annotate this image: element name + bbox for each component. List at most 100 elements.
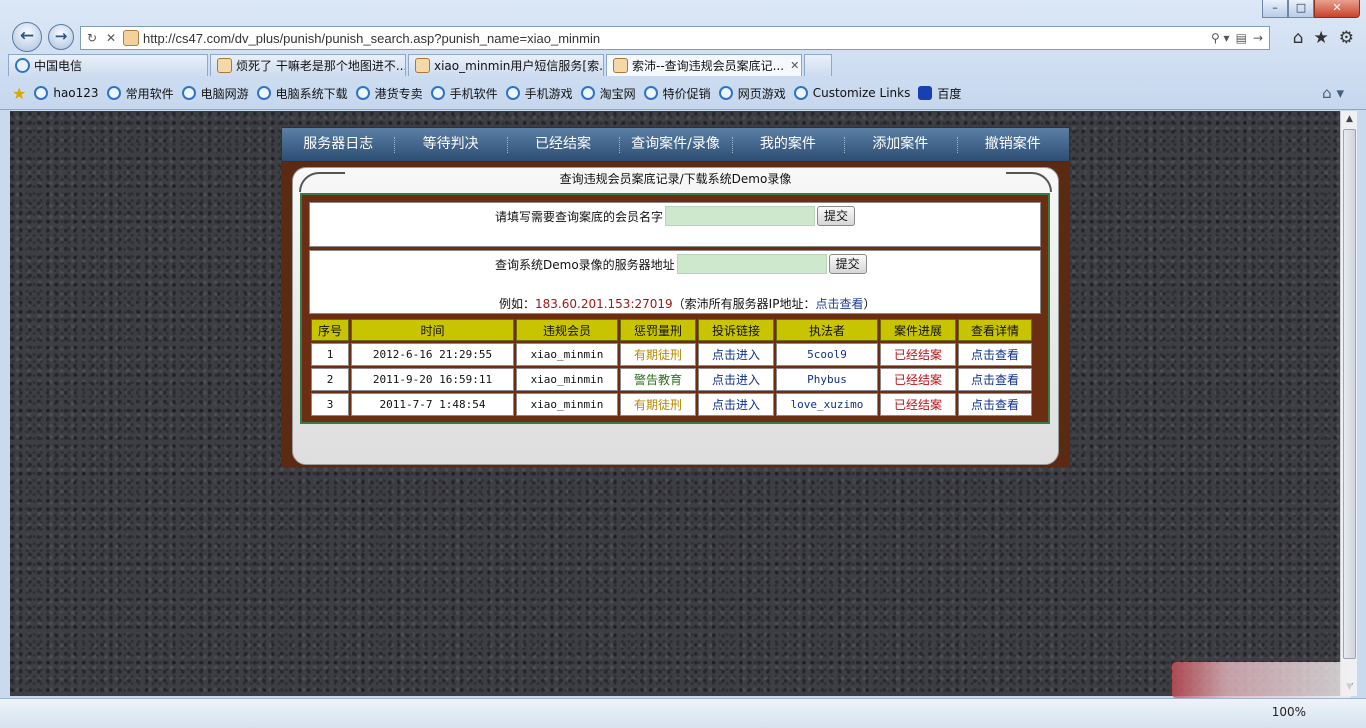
tab-1[interactable]: 中国电信 [8,54,208,76]
gear-icon[interactable]: ⚙ [1339,28,1354,48]
maximize-button[interactable]: □ [1288,0,1314,18]
table-row: 1 2012-6-16 21:29:55 xiao_minmin 有期徒刑 点击… [311,343,1032,366]
row-details-link[interactable]: 点击查看 [958,393,1032,416]
close-tab-icon[interactable]: ✕ [790,59,799,72]
member-name-input[interactable] [665,206,816,226]
refresh-icon[interactable]: ↻ [84,31,100,45]
tab-label: 中国电信 [34,59,83,73]
favorite-link[interactable]: 手机软件 [430,85,498,102]
favorite-link[interactable]: 港货专卖 [355,85,423,102]
compat-view-icon[interactable]: ▤ [1236,31,1247,45]
favorite-link[interactable]: hao123 [34,86,99,100]
row-penalty: 有期徒刑 [620,343,696,366]
ie-icon [106,86,121,100]
site-favicon [123,30,139,46]
member-name-label: 请填写需要查询案底的会员名字 [495,209,664,224]
home-page-icon[interactable]: ⌂ ▾ [1322,84,1344,102]
home-icon[interactable]: ⌂ [1293,28,1304,48]
row-details-link[interactable]: 点击查看 [958,368,1032,391]
face-icon [217,58,232,73]
panel-title: 查询违规会员案底记录/下载系统Demo录像 [559,172,792,186]
ie-icon [505,86,520,100]
menu-closed[interactable]: 已经结案 [506,128,619,161]
col-index: 序号 [311,319,349,341]
col-time: 时间 [351,319,514,341]
favorite-link[interactable]: 网页游戏 [718,85,786,102]
minimize-button[interactable]: – [1262,0,1288,18]
menu-my-cases[interactable]: 我的案件 [731,128,844,161]
tab-label: xiao_minmin用户短信服务[索... [434,59,604,73]
window-controls: – □ ✕ [1262,0,1360,18]
forward-button[interactable]: → [48,24,74,50]
row-complaint-link[interactable]: 点击进入 [698,368,774,391]
toolbar-icons: ⌂ ★ ⚙ [1293,28,1354,48]
row-member[interactable]: xiao_minmin [516,393,618,416]
row-enforcer[interactable]: 5cool9 [776,343,878,366]
member-search-form: 请填写需要查询案底的会员名字 提交 [309,202,1041,247]
row-penalty: 警告教育 [620,368,696,391]
favorite-link[interactable]: 常用软件 [106,85,174,102]
vertical-scrollbar[interactable]: ▲ ▼ [1340,111,1357,696]
close-window-button[interactable]: ✕ [1314,0,1360,18]
menu-server-log[interactable]: 服务器日志 [282,128,394,161]
row-complaint-link[interactable]: 点击进入 [698,393,774,416]
view-server-list-link[interactable]: 点击查看 [815,295,863,312]
col-complaint: 投诉链接 [698,319,774,341]
search-dropdown-icon[interactable]: ⚲ ▾ [1211,31,1230,45]
favorites-star-icon[interactable]: ★ [12,84,26,103]
ie-icon [580,86,595,100]
row-progress: 已经结案 [880,393,956,416]
member-submit-button[interactable]: 提交 [817,206,856,226]
ie-icon [793,86,808,100]
favorite-link[interactable]: 淘宝网 [580,85,636,102]
back-button[interactable]: ← [12,22,42,52]
tab-4-active[interactable]: 索沛--查询违规会员案底记... ✕ [606,54,802,76]
baidu-paw-icon [918,86,933,100]
row-enforcer[interactable]: love_xuzimo [776,393,878,416]
stop-icon[interactable]: ✕ [103,31,119,45]
col-progress: 案件进展 [880,319,956,341]
favorites-bar: ★ hao123 常用软件 电脑网游 电脑系统下载 港货专卖 手机软件 手机游戏… [0,80,1366,106]
tab-label: 索沛--查询违规会员案底记... [632,59,785,73]
server-submit-button[interactable]: 提交 [828,254,867,274]
favorite-link[interactable]: 电脑系统下载 [256,85,348,102]
new-tab-button[interactable] [804,54,832,76]
row-time: 2011-7-7 1:48:54 [351,393,514,416]
scrollbar-thumb[interactable] [1343,129,1356,659]
menu-add-case[interactable]: 添加案件 [844,128,956,161]
menu-revoke-case[interactable]: 撤销案件 [956,128,1069,161]
row-index: 2 [311,368,349,391]
favorites-star-icon[interactable]: ★ [1314,28,1329,48]
row-complaint-link[interactable]: 点击进入 [698,343,774,366]
url-text[interactable]: http://cs47.com/dv_plus/punish/punish_se… [143,31,1211,46]
favorite-link[interactable]: 百度 [918,85,961,102]
col-details: 查看详情 [958,319,1032,341]
row-progress: 已经结案 [880,368,956,391]
tab-2[interactable]: 烦死了 干嘛老是那个地图进不... [210,54,406,76]
tab-3[interactable]: xiao_minmin用户短信服务[索... [408,54,604,76]
server-address-input[interactable] [676,254,827,274]
ie-icon [256,86,271,100]
favorite-link[interactable]: 电脑网游 [181,85,249,102]
row-member[interactable]: xiao_minmin [516,343,618,366]
example-mid-text: （索沛所有服务器IP地址： [672,297,816,311]
table-row: 2 2011-9-20 16:59:11 xiao_minmin 警告教育 点击… [311,368,1032,391]
favorite-link[interactable]: 手机游戏 [505,85,573,102]
example-suffix: ） [863,297,876,311]
go-icon[interactable]: → [1253,31,1263,45]
server-search-form: 查询系统Demo录像的服务器地址 提交 例如： 183.60.201.153:2… [309,250,1041,314]
menu-pending[interactable]: 等待判决 [394,128,506,161]
table-header-row: 序号 时间 违规会员 惩罚量刑 投诉链接 执法者 案件进展 查看详情 [311,319,1032,341]
row-member[interactable]: xiao_minmin [516,368,618,391]
menu-search-cases[interactable]: 查询案件/录像 [619,128,731,161]
row-details-link[interactable]: 点击查看 [958,343,1032,366]
face-icon [613,58,628,73]
row-enforcer[interactable]: Phybus [776,368,878,391]
zoom-level[interactable]: 100% [1272,705,1306,719]
address-bar[interactable]: ↻ ✕ http://cs47.com/dv_plus/punish/punis… [80,26,1270,50]
favorite-link[interactable]: Customize Links [793,86,910,100]
watermark-logo [1172,662,1352,698]
favorite-link[interactable]: 特价促销 [643,85,711,102]
table-row: 3 2011-7-7 1:48:54 xiao_minmin 有期徒刑 点击进入… [311,393,1032,416]
scroll-up-arrow-icon[interactable]: ▲ [1341,111,1358,128]
